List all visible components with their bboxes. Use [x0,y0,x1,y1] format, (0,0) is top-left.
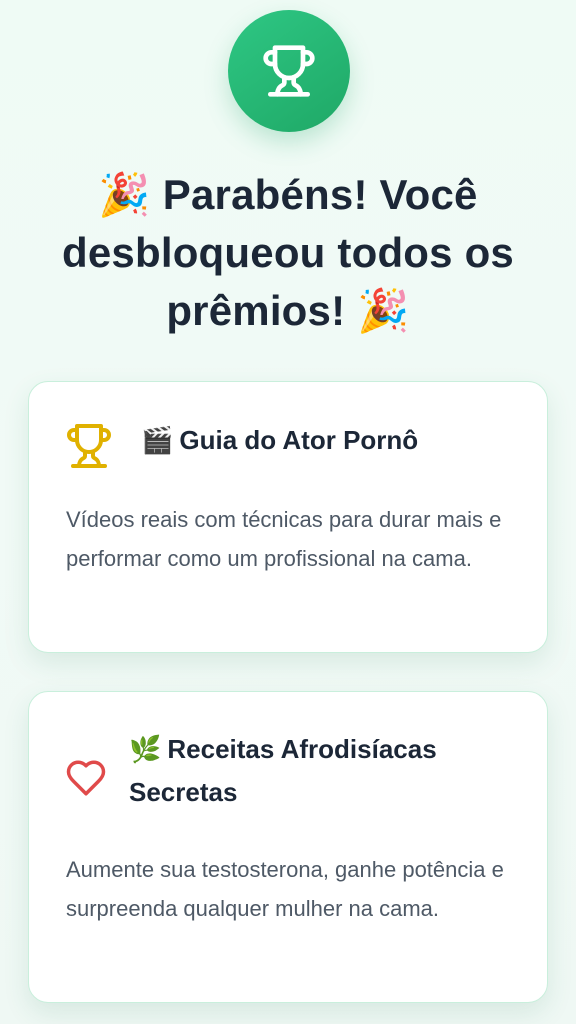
card-title: 🌿 Receitas Afrodisíacas Secretas [129,728,527,813]
herb-emoji: 🌿 [129,735,162,765]
card-title-text: Receitas Afrodisíacas Secretas [129,734,437,807]
trophy-icon [263,45,315,97]
heart-icon [66,760,106,796]
party-popper-emoji: 🎉 [98,170,151,219]
trophy-icon [67,424,111,468]
card-title-text: Guia do Ator Pornô [179,425,419,455]
card-heart-icon-wrap [65,757,107,804]
clapper-board-emoji: 🎬 [141,426,174,456]
page-title: 🎉 Parabéns! Você desbloqueou todos os pr… [30,166,546,340]
reward-card-guia-ator[interactable]: 🎬 Guia do Ator Pornô Vídeos reais com téc… [28,381,548,653]
reward-card-receitas[interactable]: 🌿 Receitas Afrodisíacas Secretas Aumente … [28,691,548,1003]
card-title: 🎬 Guia do Ator Pornô [141,419,527,462]
trophy-badge [228,10,350,132]
card-description: Aumente sua testosterona, ganhe potência… [66,857,504,921]
card-description: Vídeos reais com técnicas para durar mai… [66,507,502,571]
card-trophy-icon-wrap [65,422,113,475]
party-popper-emoji: 🎉 [357,286,410,335]
